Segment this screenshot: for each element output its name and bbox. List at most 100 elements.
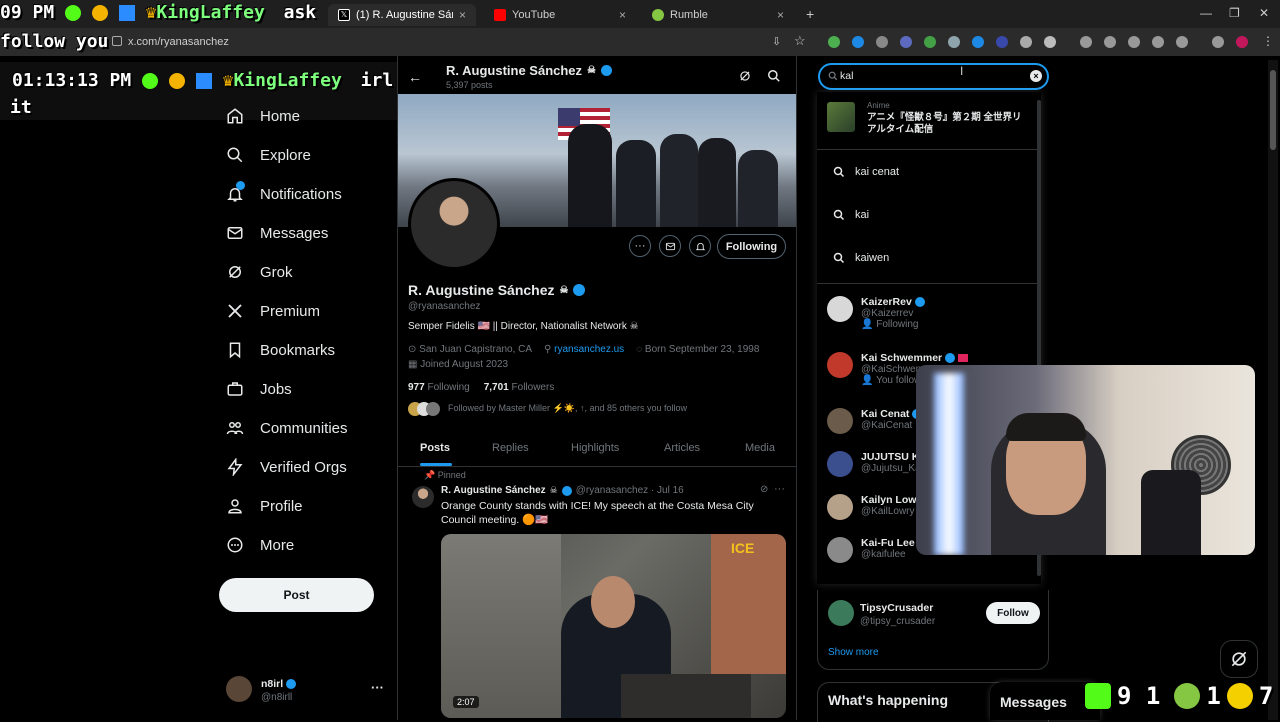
followed-by: Followed by Master Miller ⚡☀️, ↑, and 85…	[448, 403, 688, 413]
badge-icon	[118, 5, 135, 21]
nav-item-bookmarks[interactable]: Bookmarks	[226, 332, 335, 368]
search-suggestion[interactable]: kaiwen	[833, 252, 889, 264]
website[interactable]: ⚲ ryansanchez.us	[544, 344, 624, 355]
search-input[interactable]: kal	[840, 70, 853, 82]
tab-replies[interactable]: Replies	[492, 442, 529, 454]
show-more-link[interactable]: Show more	[828, 647, 879, 658]
flag-icon: ☠	[587, 65, 597, 76]
notify-bell-icon[interactable]	[689, 235, 711, 257]
follow-button[interactable]: Follow	[986, 602, 1040, 624]
extensions-puzzle-icon[interactable]	[1044, 36, 1056, 48]
video-podium	[621, 674, 751, 718]
new-tab-icon[interactable]: +	[806, 6, 814, 22]
tab-rumble[interactable]: Rumble ×	[642, 4, 794, 26]
clear-search-icon[interactable]: ×	[1030, 70, 1042, 82]
nav-item-communities[interactable]: Communities	[226, 410, 348, 446]
more-circle-icon	[226, 536, 244, 554]
grok-floating-button[interactable]	[1220, 640, 1258, 678]
balloon-icon: ◌	[636, 344, 643, 355]
banner-figure	[568, 124, 612, 227]
page-scrollbar-track[interactable]	[1268, 60, 1278, 720]
sidebar-icon[interactable]	[1176, 36, 1188, 48]
minimize-icon[interactable]: —	[1200, 6, 1212, 20]
following-status: 👤 Following	[861, 319, 919, 330]
profile-avatar-icon[interactable]	[1236, 36, 1248, 48]
close-tab-icon[interactable]: ×	[619, 8, 626, 22]
page-scrollbar-thumb[interactable]	[1270, 70, 1276, 150]
calendar-icon: ▦	[408, 359, 418, 370]
back-arrow-icon[interactable]: ←	[408, 69, 422, 85]
extension-icon[interactable]	[996, 36, 1008, 48]
banner-flag-canton	[558, 108, 580, 126]
following-button[interactable]: Following	[717, 234, 786, 259]
nav-item-more[interactable]: More	[226, 527, 294, 563]
nav-item-home[interactable]: Home	[226, 98, 300, 134]
extension-icon[interactable]	[1104, 36, 1116, 48]
tab-media[interactable]: Media	[745, 442, 775, 454]
extension-icon[interactable]	[1152, 36, 1164, 48]
tab-youtube[interactable]: YouTube ×	[484, 4, 636, 26]
maximize-icon[interactable]: ❐	[1229, 6, 1240, 20]
media-icon[interactable]	[1212, 36, 1224, 48]
nav-item-notifications[interactable]: Notifications	[226, 176, 342, 212]
tab-posts[interactable]: Posts	[420, 442, 450, 454]
history-icon[interactable]	[1080, 36, 1092, 48]
post-video[interactable]: ICE 2:07	[441, 534, 786, 718]
install-app-icon[interactable]: ⇩	[772, 35, 781, 48]
webcam-chair	[1141, 470, 1201, 555]
nav-label: Messages	[260, 224, 329, 242]
tab-label: YouTube	[512, 9, 556, 21]
more-dots-icon[interactable]: ···	[774, 483, 785, 495]
search-box[interactable]: kal ×	[818, 63, 1049, 90]
extension-icon[interactable]	[924, 36, 936, 48]
profile-avatar[interactable]	[408, 178, 500, 270]
messages-drawer[interactable]: Messages	[990, 682, 1100, 720]
browser-menu-icon[interactable]: ⋮	[1262, 34, 1274, 48]
extension-icon[interactable]	[972, 36, 984, 48]
post-avatar[interactable]	[412, 486, 434, 508]
close-tab-icon[interactable]: ×	[459, 8, 466, 22]
close-window-icon[interactable]: ✕	[1259, 6, 1269, 20]
user-result[interactable]: Kai-Fu Lee @kaifulee	[827, 537, 928, 563]
extension-icon[interactable]	[1020, 36, 1032, 48]
avatar	[828, 600, 854, 626]
user-result[interactable]: KaizerRev @Kaizerrev 👤 Following	[827, 296, 925, 330]
site-info-icon[interactable]	[112, 36, 122, 46]
close-tab-icon[interactable]: ×	[777, 8, 784, 22]
nav-item-grok[interactable]: Grok	[226, 254, 293, 290]
extension-icon[interactable]	[828, 36, 840, 48]
user-name[interactable]: TipsyCrusader	[860, 602, 933, 614]
url-field[interactable]: x.com/ryanasanchez	[128, 36, 229, 48]
anime-thumbnail[interactable]	[827, 102, 855, 132]
nav-item-messages[interactable]: Messages	[226, 215, 328, 251]
account-switcher[interactable]: n8irl @n8irll ···	[226, 676, 396, 708]
nav-item-explore[interactable]: Explore	[226, 137, 311, 173]
anime-title[interactable]: アニメ『怪獣８号』第２期 全世界リアルタイム配信	[867, 112, 1027, 136]
nav-item-jobs[interactable]: Jobs	[226, 371, 292, 407]
bookmark-star-icon[interactable]: ☆	[794, 33, 806, 49]
post-button[interactable]: Post	[219, 578, 374, 612]
user-result[interactable]: Kailyn Lowry @KailLowry	[827, 494, 926, 520]
following-stat[interactable]: 977 Following	[408, 382, 470, 393]
nav-item-profile[interactable]: Profile	[226, 488, 303, 524]
extension-icon[interactable]	[876, 36, 888, 48]
extension-icon[interactable]	[948, 36, 960, 48]
search-suggestion[interactable]: kai cenat	[833, 166, 899, 178]
devtools-icon[interactable]	[1128, 36, 1140, 48]
extension-icon[interactable]	[852, 36, 864, 48]
search-suggestion[interactable]: kai	[833, 209, 869, 221]
extension-icon[interactable]	[900, 36, 912, 48]
user-result[interactable]: Kai Cenat @KaiCenat	[827, 408, 923, 434]
search-icon[interactable]	[767, 69, 781, 83]
message-icon[interactable]	[659, 235, 681, 257]
followers-stat[interactable]: 7,701 Followers	[484, 382, 555, 393]
notification-dot	[236, 181, 245, 190]
nav-item-verified-orgs[interactable]: Verified Orgs	[226, 449, 347, 485]
tab-articles[interactable]: Articles	[664, 442, 700, 454]
grok-icon[interactable]: ⊘	[760, 484, 768, 495]
nav-item-premium[interactable]: Premium	[226, 293, 320, 329]
more-options-icon[interactable]: ···	[629, 235, 651, 257]
grok-icon[interactable]	[738, 69, 752, 83]
tab-highlights[interactable]: Highlights	[571, 442, 619, 454]
tab-profile[interactable]: 𝕏 (1) R. Augustine Sánchez ×	[328, 4, 476, 26]
